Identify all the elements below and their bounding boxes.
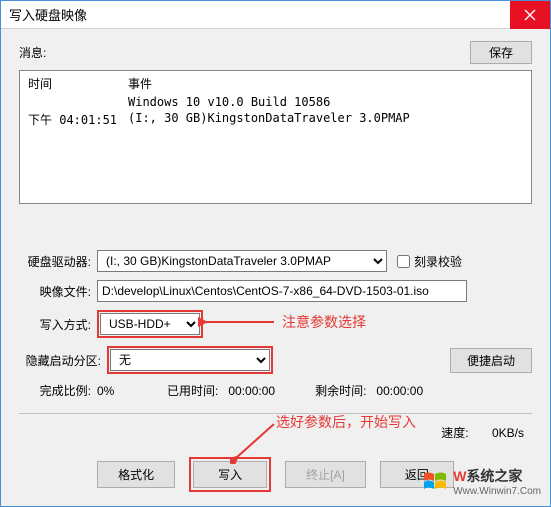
quick-boot-button[interactable]: 便捷启动 <box>450 348 532 373</box>
annotation-text: 选好参数后，开始写入 <box>276 412 416 432</box>
brand-logo: W系统之家 Www.Winwin7.Com <box>421 466 541 497</box>
remain-value: 00:00:00 <box>376 384 423 398</box>
windows-flag-icon <box>421 468 449 496</box>
log-box: 时间 事件 Windows 10 v10.0 Build 10586 下午 04… <box>19 70 532 204</box>
log-row: Windows 10 v10.0 Build 10586 <box>20 94 531 110</box>
progress-label: 完成比例: <box>19 382 97 399</box>
log-col-event: 事件 <box>128 75 523 92</box>
hide-label: 隐藏启动分区: <box>19 352 107 369</box>
drive-label: 硬盘驱动器: <box>19 253 97 270</box>
verify-checkbox-input[interactable] <box>397 255 410 268</box>
image-label: 映像文件: <box>19 283 97 300</box>
annotation-text: 注意参数选择 <box>282 312 366 332</box>
remain-label: 剩余时间: <box>315 382 366 399</box>
hide-partition-select[interactable]: 无 <box>110 349 270 371</box>
progress-percent: 0% <box>97 384 137 398</box>
titlebar: 写入硬盘映像 <box>1 1 550 29</box>
verify-checkbox[interactable]: 刻录校验 <box>397 253 462 270</box>
speed-label: 速度: <box>441 426 468 440</box>
write-button[interactable]: 写入 <box>193 461 267 488</box>
method-label: 写入方式: <box>19 316 97 333</box>
log-row: 下午 04:01:51 (I:, 30 GB)KingstonDataTrave… <box>20 110 531 129</box>
window-title: 写入硬盘映像 <box>1 5 87 24</box>
abort-button: 终止[A] <box>285 461 366 488</box>
elapsed-value: 00:00:00 <box>228 384 275 398</box>
drive-select[interactable]: (I:, 30 GB)KingstonDataTraveler 3.0PMAP <box>97 250 387 272</box>
write-method-select[interactable]: USB-HDD+ <box>100 313 200 335</box>
save-button[interactable]: 保存 <box>470 41 532 64</box>
image-input[interactable] <box>97 280 467 302</box>
format-button[interactable]: 格式化 <box>97 461 175 488</box>
message-label: 消息: <box>19 44 46 61</box>
speed-value: 0KB/s <box>492 426 524 440</box>
log-col-time: 时间 <box>28 75 128 92</box>
close-button[interactable] <box>510 1 550 29</box>
elapsed-label: 已用时间: <box>167 382 218 399</box>
